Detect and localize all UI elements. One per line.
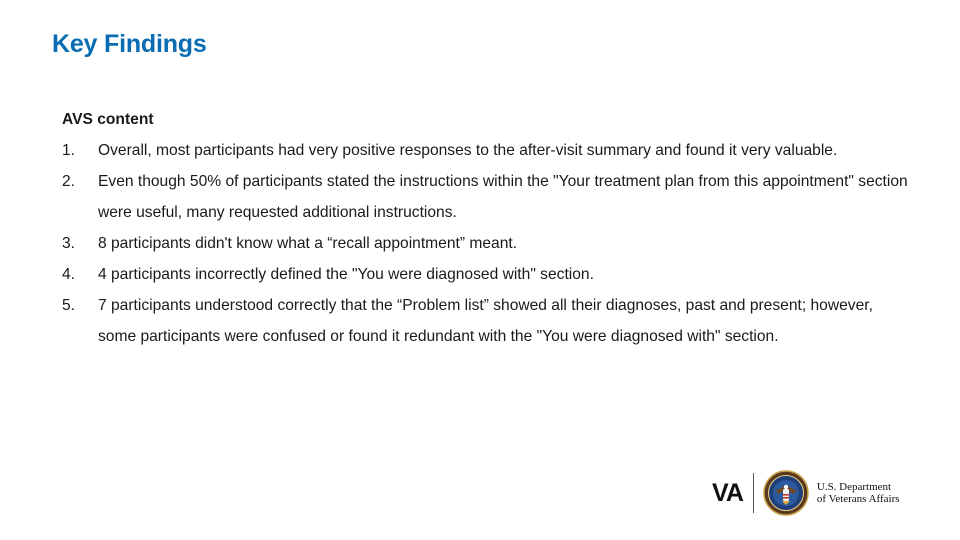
section-heading: AVS content [62,111,154,128]
list-item: 1. Overall, most participants had very p… [62,135,912,166]
findings-list: 1. Overall, most participants had very p… [62,135,912,352]
list-item-text: 4 participants incorrectly defined the "… [98,266,594,283]
slide-title: Key Findings [52,30,207,58]
list-item-number: 2. [62,173,76,190]
list-item-number: 4. [62,266,76,283]
list-item: 5. 7 participants understood correctly t… [62,290,912,352]
list-item-text: Overall, most participants had very posi… [98,142,838,159]
slide-content: AVS content 1. Overall, most participant… [62,104,912,352]
list-item-text: Even though 50% of participants stated t… [98,173,908,221]
list-item: 4. 4 participants incorrectly defined th… [62,259,912,290]
list-item-number: 1. [62,142,76,159]
va-seal-icon [763,470,809,516]
list-item: 3. 8 participants didn't know what a “re… [62,228,912,259]
department-name: U.S. Department of Veterans Affairs [817,481,900,505]
list-item: 2. Even though 50% of participants state… [62,166,912,228]
va-logo: VA U.S. Department of Veterans Affairs [712,470,900,516]
list-item-number: 3. [62,235,76,252]
logo-divider [752,473,754,513]
department-name-line2: of Veterans Affairs [816,493,900,505]
list-item-text: 7 participants understood correctly that… [98,297,873,345]
department-name-line1: U.S. Department [816,481,892,493]
list-item-text: 8 participants didn't know what a “recal… [98,235,518,252]
va-wordmark: VA [712,478,744,507]
list-item-number: 5. [62,297,76,314]
